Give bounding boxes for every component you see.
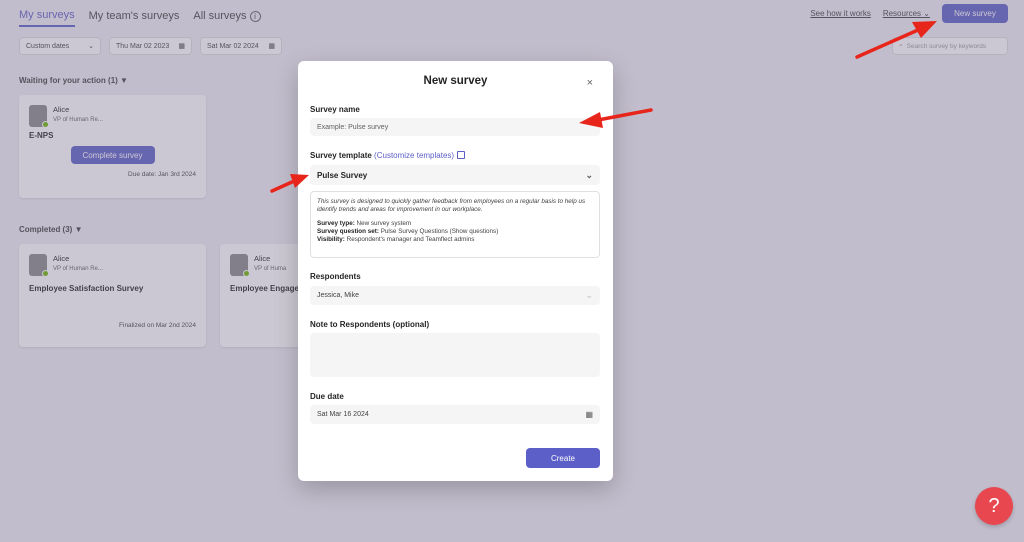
arrow-to-template-icon (270, 174, 309, 193)
arrow-to-new-survey-icon (855, 21, 937, 59)
arrow-to-survey-name-icon (579, 108, 653, 128)
annotation-arrows (270, 21, 937, 193)
